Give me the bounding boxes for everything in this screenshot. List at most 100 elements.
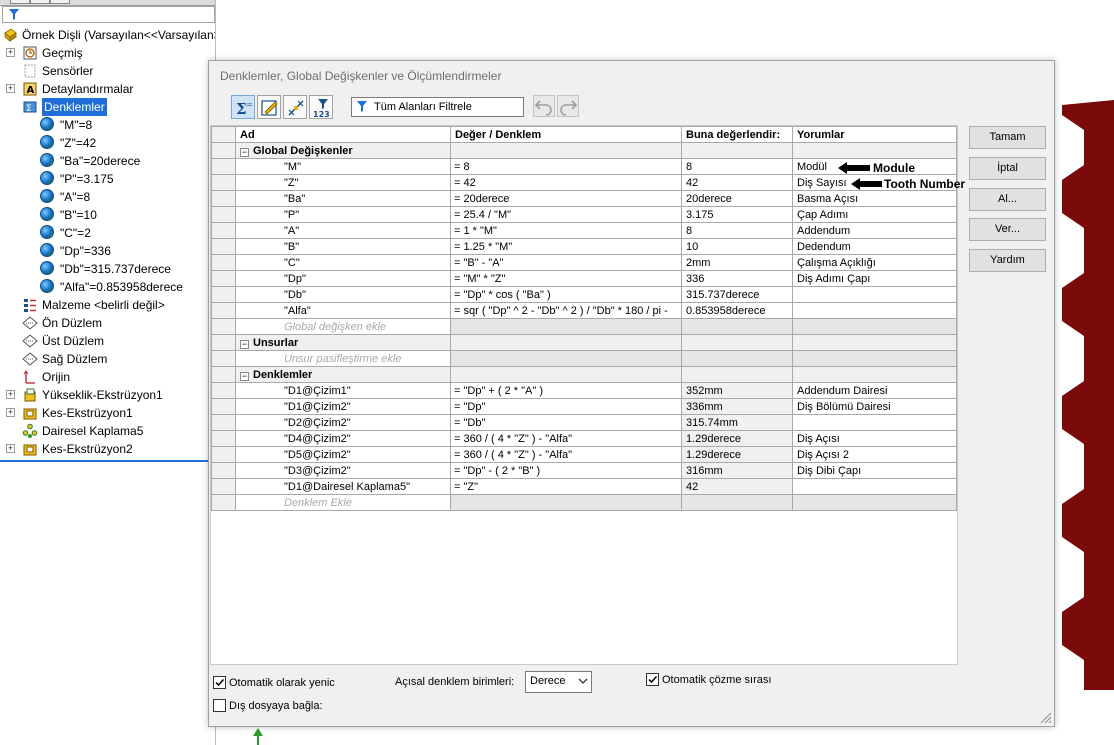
table-row[interactable]: "Db" = "Dp" * cos ( "Ba" ) 315.737derece xyxy=(211,286,957,303)
auto-solve-order-checkbox[interactable] xyxy=(646,673,659,686)
name-cell[interactable]: "D5@Çizim2" xyxy=(235,446,451,463)
tree-item-variable[interactable]: "A"=8 xyxy=(0,188,215,206)
tree-rollback-bar[interactable] xyxy=(0,460,215,462)
comment-cell[interactable]: Diş Adımı Çapı xyxy=(792,270,957,287)
table-row[interactable]: "D1@Dairesel Kaplama5" = "Z" 42 xyxy=(211,478,957,495)
comment-cell[interactable]: Addendum Dairesi xyxy=(792,382,957,399)
table-row[interactable]: "B" = 1.25 * "M" 10 Dedendum xyxy=(211,238,957,255)
tree-item-n-d-zlem[interactable]: Ön Düzlem xyxy=(0,314,215,332)
add-row-cell[interactable] xyxy=(792,350,957,367)
row-selector[interactable] xyxy=(211,302,236,319)
row-selector[interactable] xyxy=(211,414,236,431)
evaluates-to-cell[interactable]: 1.29derece xyxy=(681,430,793,447)
section-cell[interactable] xyxy=(792,366,957,383)
name-cell[interactable]: "Ba" xyxy=(235,190,451,207)
evaluates-to-cell[interactable]: 336 xyxy=(681,270,793,287)
collapse-toggle-icon[interactable]: − xyxy=(240,371,249,381)
evaluates-to-cell[interactable]: 336mm xyxy=(681,398,793,415)
tree-item-variable[interactable]: "P"=3.175 xyxy=(0,170,215,188)
row-selector[interactable] xyxy=(211,494,236,511)
angular-units-select[interactable]: Derece xyxy=(525,671,592,693)
section-cell[interactable] xyxy=(450,334,682,351)
section-cell[interactable] xyxy=(450,142,682,159)
section-title[interactable]: − Unsurlar xyxy=(235,334,451,351)
table-row[interactable]: "Dp" = "M" * "Z" 336 Diş Adımı Çapı xyxy=(211,270,957,287)
name-cell[interactable]: "Dp" xyxy=(235,270,451,287)
name-cell[interactable]: "D1@Dairesel Kaplama5" xyxy=(235,478,451,495)
comment-cell[interactable]: Dedendum xyxy=(792,238,957,255)
tree-item-variable[interactable]: "Dp"=336 xyxy=(0,242,215,260)
collapse-toggle-icon[interactable]: − xyxy=(240,147,249,157)
name-cell[interactable]: "P" xyxy=(235,206,451,223)
export-button[interactable]: Ver... xyxy=(969,218,1046,241)
comment-cell[interactable]: Addendum xyxy=(792,222,957,239)
evaluates-to-cell[interactable]: 10 xyxy=(681,238,793,255)
sketch-equation-view-button[interactable] xyxy=(257,95,281,119)
row-selector[interactable] xyxy=(211,334,236,351)
evaluates-to-cell[interactable]: 316mm xyxy=(681,462,793,479)
add-row[interactable]: Denklem Ekle xyxy=(211,494,957,511)
dimension-view-button[interactable] xyxy=(283,95,307,119)
comment-cell[interactable] xyxy=(792,286,957,303)
undo-icon[interactable] xyxy=(533,95,555,117)
tree-item-malzeme-belirli-de-il[interactable]: Malzeme <belirli değil> xyxy=(0,296,215,314)
equation-cell[interactable]: = 42 xyxy=(450,174,682,191)
name-cell[interactable]: "Alfa" xyxy=(235,302,451,319)
evaluates-to-cell[interactable]: 315.74mm xyxy=(681,414,793,431)
row-selector[interactable] xyxy=(211,478,236,495)
table-row[interactable]: "A" = 1 * "M" 8 Addendum xyxy=(211,222,957,239)
import-button[interactable]: Al... xyxy=(969,188,1046,211)
name-cell[interactable]: "M" xyxy=(235,158,451,175)
table-row[interactable]: "D4@Çizim2" = 360 / ( 4 * "Z" ) - "Alfa" 1… xyxy=(211,430,957,447)
config-tab[interactable] xyxy=(50,0,70,4)
evaluates-to-cell[interactable]: 2mm xyxy=(681,254,793,271)
comment-cell[interactable] xyxy=(792,478,957,495)
equation-cell[interactable]: = "Dp" + ( 2 * "A" ) xyxy=(450,382,682,399)
add-row-placeholder[interactable]: Unsur pasifleştirme ekle xyxy=(235,350,451,367)
row-selector[interactable] xyxy=(211,238,236,255)
column-header-name[interactable]: Ad xyxy=(235,126,451,143)
row-selector[interactable] xyxy=(211,318,236,335)
property-tab[interactable] xyxy=(30,0,50,4)
tree-item-orijin[interactable]: Orijin xyxy=(0,368,215,386)
column-header-evaluates-to[interactable]: Buna değerlendir: xyxy=(681,126,793,143)
row-selector[interactable] xyxy=(211,142,236,159)
evaluates-to-cell[interactable]: 42 xyxy=(681,478,793,495)
table-row[interactable]: "Alfa" = sqr ( "Dp" ^ 2 - "Db" ^ 2 ) / "D… xyxy=(211,302,957,319)
name-cell[interactable]: "D2@Çizim2" xyxy=(235,414,451,431)
equation-cell[interactable]: = "Db" xyxy=(450,414,682,431)
name-cell[interactable]: "C" xyxy=(235,254,451,271)
tree-item-variable[interactable]: "Z"=42 xyxy=(0,134,215,152)
expand-toggle-icon[interactable]: + xyxy=(6,408,15,417)
collapse-toggle-icon[interactable]: − xyxy=(240,339,249,349)
row-selector[interactable] xyxy=(211,398,236,415)
comment-cell[interactable]: Diş Bölümü Dairesi xyxy=(792,398,957,415)
tree-item-variable[interactable]: "Ba"=20derece xyxy=(0,152,215,170)
section-title[interactable]: − Global Değişkenler xyxy=(235,142,451,159)
tree-item-detayland-rmalar[interactable]: + A Detaylandırmalar xyxy=(0,80,215,98)
tree-root-part[interactable]: Örnek Dişli (Varsayılan<<Varsayılan> xyxy=(0,26,215,44)
row-selector[interactable] xyxy=(211,222,236,239)
section-title[interactable]: − Denklemler xyxy=(235,366,451,383)
add-row[interactable]: Unsur pasifleştirme ekle xyxy=(211,350,957,367)
tree-item-variable[interactable]: "C"=2 xyxy=(0,224,215,242)
evaluates-to-cell[interactable]: 3.175 xyxy=(681,206,793,223)
table-row[interactable]: "D1@Çizim1" = "Dp" + ( 2 * "A" ) 352mm Adde… xyxy=(211,382,957,399)
name-cell[interactable]: "Db" xyxy=(235,286,451,303)
tree-item-sa-d-zlem[interactable]: Sağ Düzlem xyxy=(0,350,215,368)
tree-item-kes-ekstr-zyon1[interactable]: + Kes-Ekstrüzyon1 xyxy=(0,404,215,422)
add-row-cell[interactable] xyxy=(681,318,793,335)
equation-cell[interactable]: = 1 * "M" xyxy=(450,222,682,239)
tree-tab[interactable] xyxy=(10,0,30,4)
row-selector[interactable] xyxy=(211,254,236,271)
evaluates-to-cell[interactable]: 1.29derece xyxy=(681,446,793,463)
evaluates-to-cell[interactable]: 8 xyxy=(681,158,793,175)
ordered-view-button[interactable]: 123 xyxy=(309,95,333,119)
expand-toggle-icon[interactable]: + xyxy=(6,48,15,57)
equation-cell[interactable]: = 360 / ( 4 * "Z" ) - "Alfa" xyxy=(450,430,682,447)
expand-toggle-icon[interactable]: + xyxy=(6,444,15,453)
row-selector[interactable] xyxy=(211,350,236,367)
column-header-value-equation[interactable]: Değer / Denklem xyxy=(450,126,682,143)
expand-toggle-icon[interactable]: + xyxy=(6,390,15,399)
evaluates-to-cell[interactable]: 0.853958derece xyxy=(681,302,793,319)
